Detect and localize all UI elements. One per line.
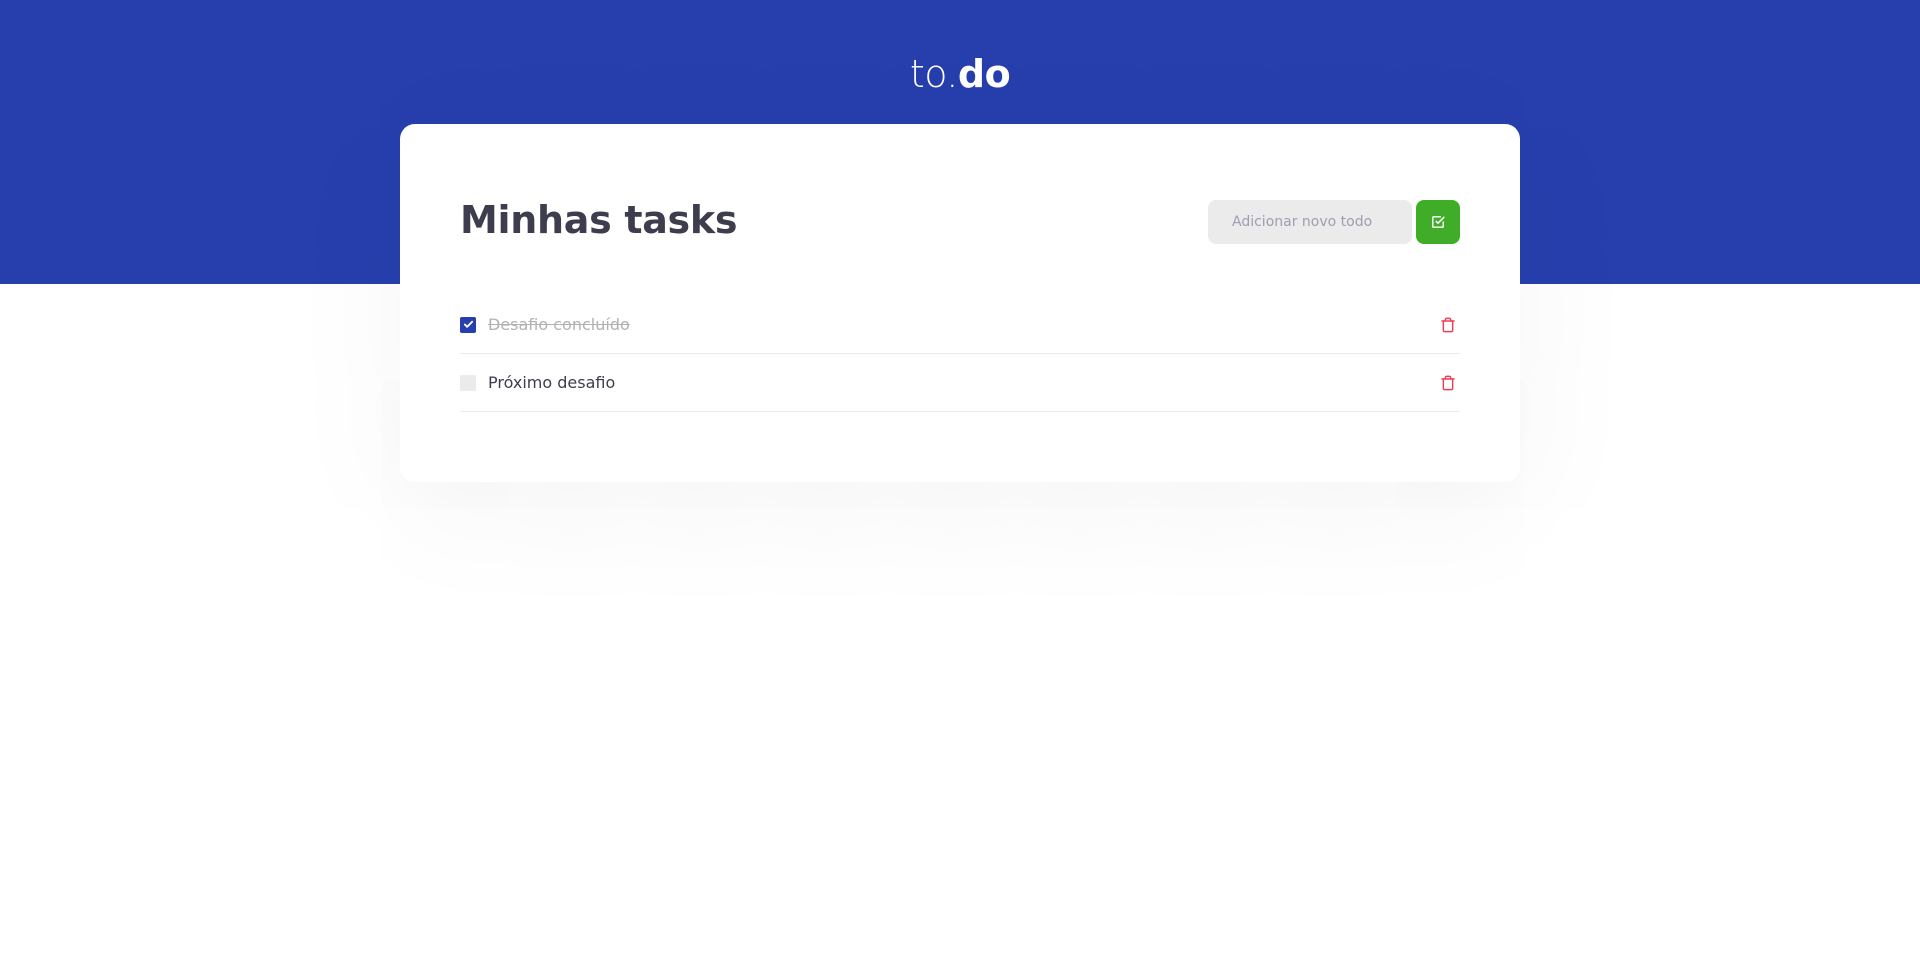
task-card: Minhas tasks Desafio concluído: [400, 124, 1520, 482]
card-header: Minhas tasks: [460, 198, 1460, 244]
trash-icon: [1441, 317, 1455, 332]
task-checkbox[interactable]: [460, 316, 476, 333]
task-title: Próximo desafio: [488, 373, 616, 392]
task-item: Desafio concluído: [460, 296, 1460, 354]
app-logo: to.do: [0, 52, 1920, 96]
task-item: Próximo desafio: [460, 354, 1460, 412]
add-task-button[interactable]: [1416, 200, 1460, 244]
page-title: Minhas tasks: [460, 198, 738, 242]
delete-task-button[interactable]: [1436, 313, 1460, 337]
task-title: Desafio concluído: [488, 315, 630, 334]
task-list: Desafio concluído Próximo desafio: [460, 296, 1460, 412]
checkmark-icon: [463, 320, 473, 328]
new-task-input[interactable]: [1208, 200, 1412, 244]
logo-text-light: to.: [909, 52, 959, 96]
task-checkbox[interactable]: [460, 374, 476, 391]
logo-text-bold: do: [957, 52, 1011, 96]
delete-task-button[interactable]: [1436, 371, 1460, 395]
add-task-form: [1208, 200, 1460, 244]
trash-icon: [1441, 375, 1455, 390]
check-square-icon: [1431, 215, 1445, 229]
